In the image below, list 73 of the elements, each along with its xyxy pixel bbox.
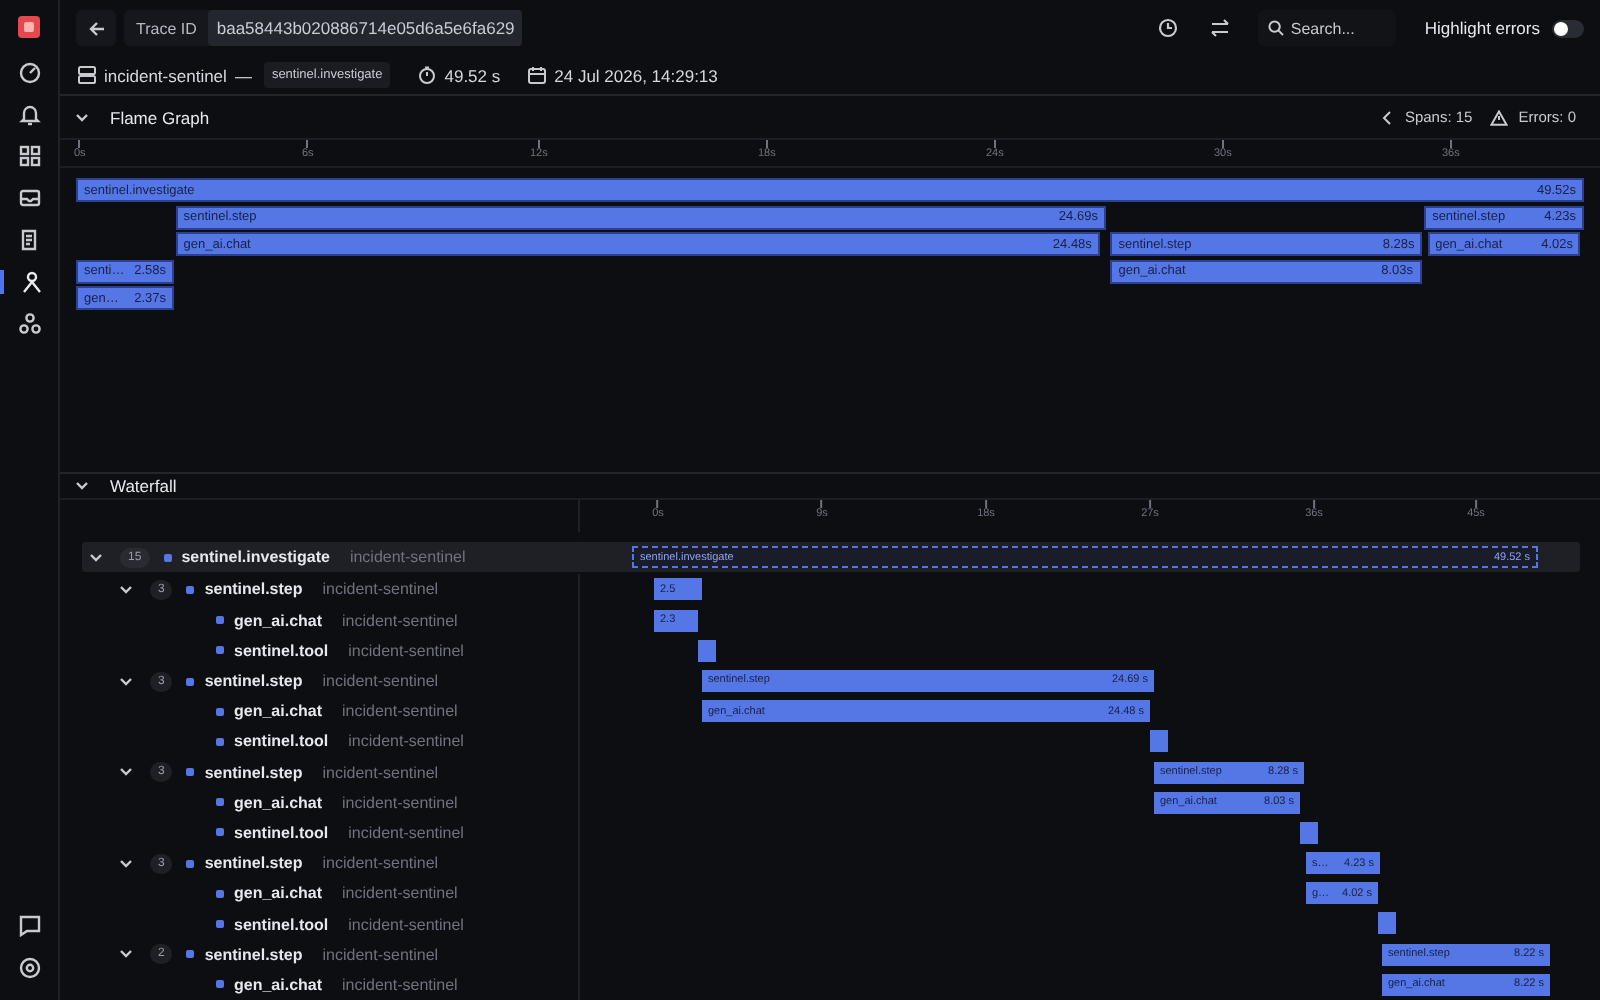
warning-icon [1490,109,1509,125]
chevron-icon[interactable] [118,855,134,872]
chevron-icon[interactable] [118,581,134,598]
service-name: incident-sentinel [348,915,464,934]
span-name[interactable]: sentinel.investigate [181,548,330,567]
trace-id-label: Trace ID [136,19,197,37]
chevron-icon[interactable] [118,673,134,690]
span-name[interactable]: sentinel.step [204,854,303,873]
highlight-errors-toggle[interactable] [1552,19,1584,37]
span-bar[interactable] [1150,730,1168,753]
span-name[interactable]: sentinel.step [204,945,303,964]
service-name: incident-sentinel [349,548,466,567]
service-name: incident-sentinel [342,702,458,721]
person-icon[interactable] [19,270,43,294]
separator-dash: — [234,65,252,85]
chevron-icon[interactable] [88,549,104,566]
grid-icon[interactable] [17,144,41,168]
span-name[interactable]: sentinel.tool [234,823,329,842]
timer-icon [418,66,437,84]
service-name: incident-sentinel [322,945,439,964]
span-name[interactable]: gen_ai.chat [234,884,323,903]
span-name[interactable]: gen_ai.chat [234,793,323,812]
span-name[interactable]: sentinel.tool [234,732,329,751]
service-name: incident-sentinel [322,580,439,599]
chevron-icon[interactable] [118,764,134,781]
swap-icon[interactable] [1210,18,1231,38]
server-icon [78,66,96,84]
settings-icon[interactable] [17,956,41,980]
chevron-icon[interactable] [74,109,90,125]
bracket-icon [1380,109,1395,125]
service-name: incident-sentinel [322,763,439,782]
span-name[interactable]: sentinel.tool [234,915,329,934]
span-name[interactable]: sentinel.tool [234,641,329,660]
gauge-icon[interactable] [17,60,41,84]
service-name: incident-sentinel [342,884,458,903]
search-field[interactable]: Search... [1258,10,1397,46]
calendar-icon [528,66,547,84]
document-icon[interactable] [17,228,41,252]
chevron-icon[interactable] [74,478,90,495]
span-bar[interactable] [1378,912,1396,935]
service-name: incident-sentinel [342,793,458,812]
history-icon[interactable] [1158,18,1179,38]
span-name[interactable]: sentinel.step [204,672,303,691]
back-button[interactable] [76,10,116,46]
span-name[interactable]: gen_ai.chat [234,611,323,630]
bell-icon[interactable] [17,102,41,126]
trace-id-field[interactable]: Trace ID baa58443b020886714e05d6a5e6fa629 [124,10,523,46]
chat-icon[interactable] [17,914,41,938]
service-name: incident-sentinel [342,611,458,630]
back-arrow-icon [87,19,105,37]
service-name: incident-sentinel [322,672,439,691]
span-name[interactable]: gen_ai.chat [234,975,323,994]
service-name: incident-sentinel [104,65,227,85]
span-name[interactable]: gen_ai.chat [234,702,323,721]
section-title: Waterfall [110,476,177,497]
service-name: incident-sentinel [348,641,464,660]
span-bar[interactable] [1300,821,1318,844]
trace-timestamp: 24 Jul 2026, 14:29:13 [554,65,718,85]
section-title: Flame Graph [110,107,210,127]
trace-id-value: baa58443b020886714e05d6a5e6fa629 [208,10,523,46]
service-name: incident-sentinel [322,854,439,873]
highlight-errors-label: Highlight errors [1424,18,1540,38]
span-name[interactable]: sentinel.step [204,763,303,782]
service-name: incident-sentinel [348,732,464,751]
span-name[interactable]: sentinel.step [204,580,303,599]
cluster-icon[interactable] [17,312,41,336]
service-name: incident-sentinel [348,823,464,842]
trace-duration: 49.52 s [444,65,501,85]
logo-icon[interactable] [18,16,40,38]
service-name: incident-sentinel [342,975,458,994]
inbox-icon[interactable] [17,186,41,210]
span-bar[interactable] [698,639,716,662]
chevron-icon[interactable] [118,946,134,963]
